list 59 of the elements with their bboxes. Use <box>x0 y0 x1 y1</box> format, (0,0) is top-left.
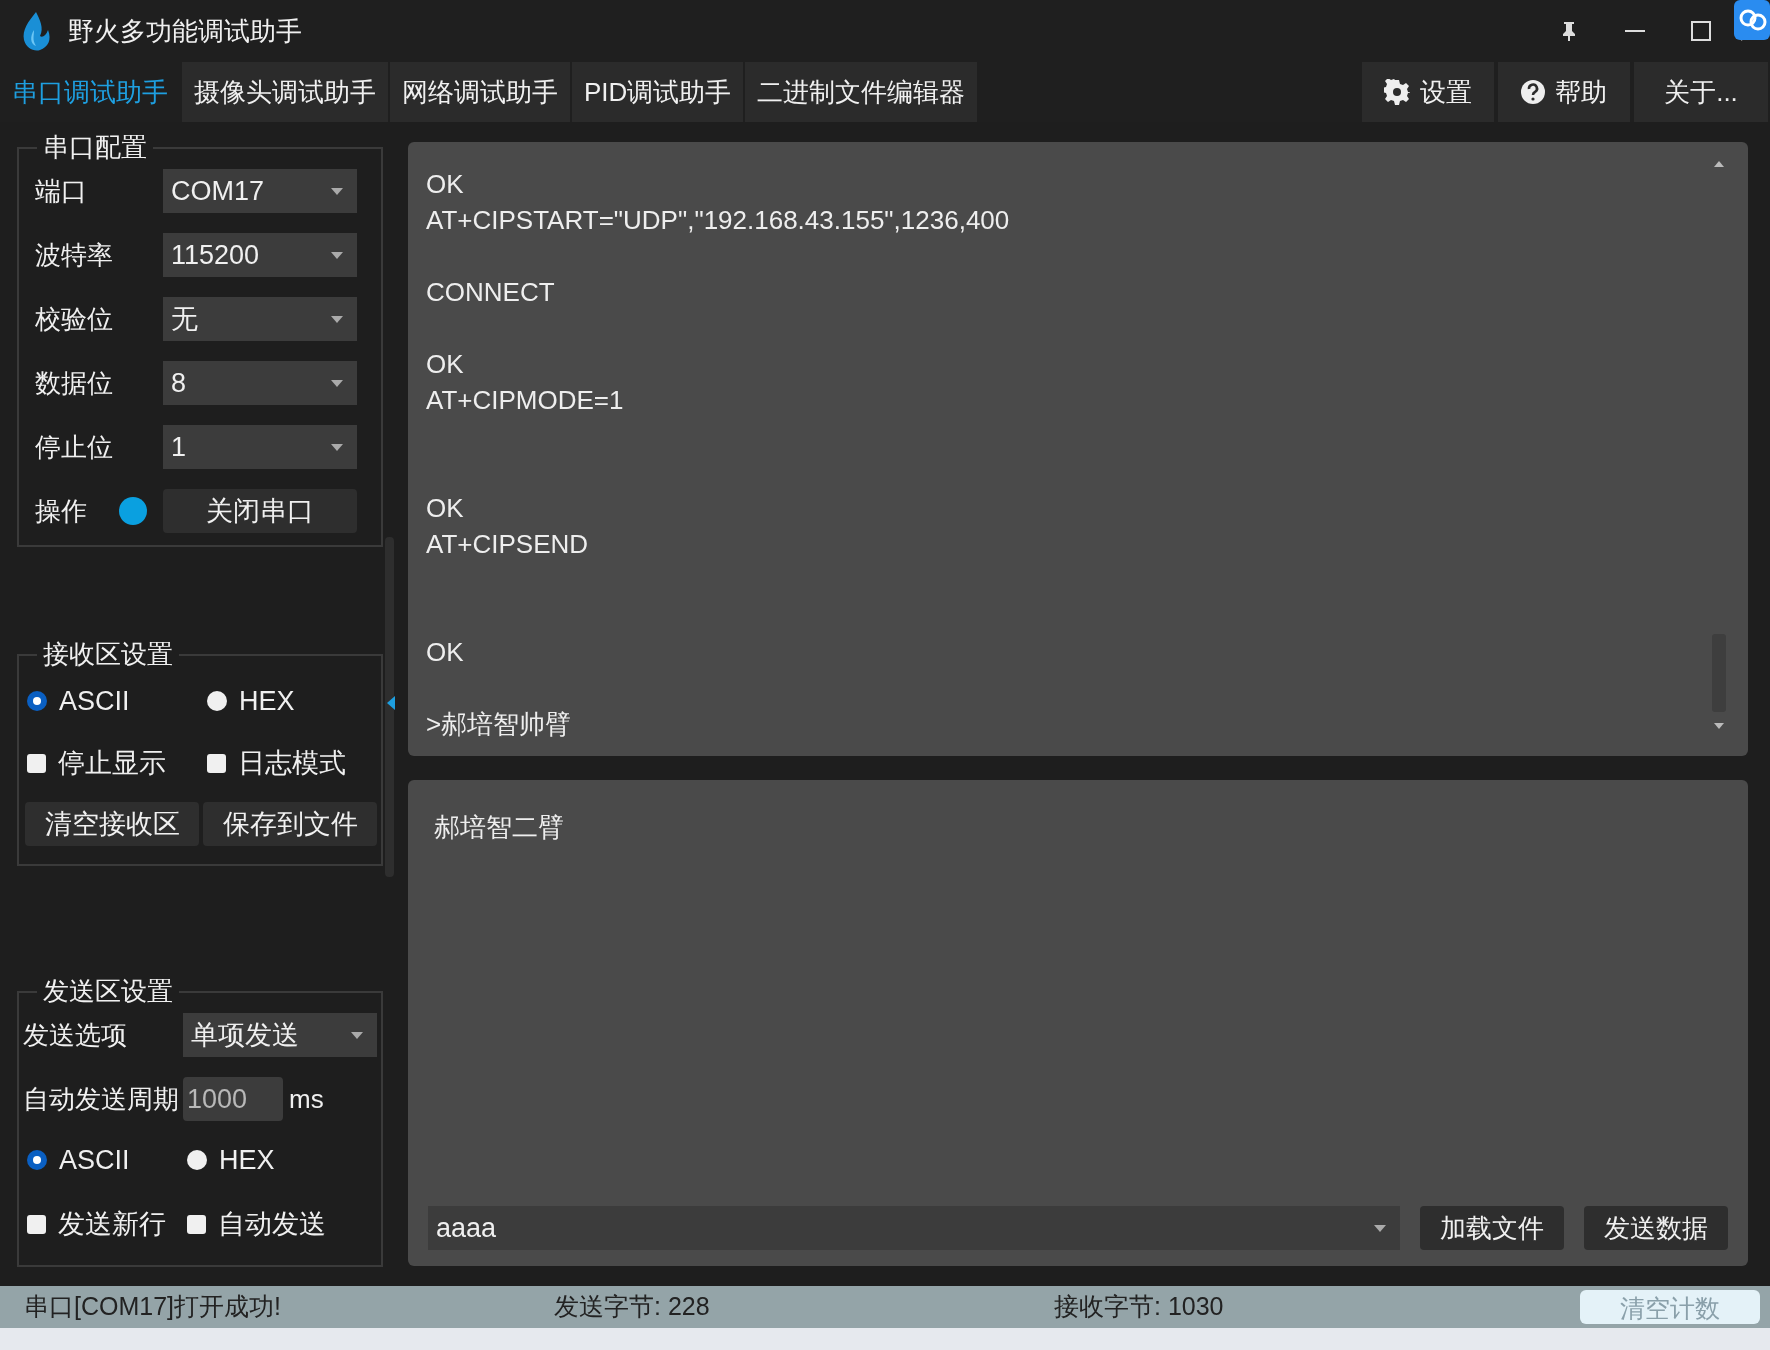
send-action-button[interactable]: 发送数据 <box>1584 1206 1728 1250</box>
unit-label: ms <box>289 1082 324 1116</box>
settings-button[interactable]: 设置 <box>1362 62 1494 122</box>
dropdown[interactable]: 115200 <box>163 233 357 277</box>
close-port-button[interactable]: 关闭串口 <box>163 489 357 533</box>
radio-button[interactable]: HEX <box>187 1139 377 1181</box>
dropdown[interactable]: 单项发送 <box>183 1013 377 1057</box>
tab[interactable]: 摄像头调试助手 <box>182 62 388 122</box>
dropdown[interactable]: 8 <box>163 361 357 405</box>
radio-button[interactable]: HEX <box>207 680 377 722</box>
period-input-field[interactable]: 1000 <box>183 1077 283 1121</box>
checkbox[interactable]: 停止显示 <box>27 742 207 784</box>
received-bytes-label: 接收字节: 1030 <box>1054 1291 1224 1323</box>
dropdown-arrow-icon <box>331 379 343 387</box>
group-title: 发送区设置 <box>42 975 174 1008</box>
radio-button[interactable]: ASCII <box>27 1139 187 1181</box>
dropdown-arrow-icon <box>331 187 343 195</box>
field-label: 自动发送周期 <box>23 1082 180 1116</box>
dropdown-arrow-icon <box>331 443 343 451</box>
dropdown-arrow-icon <box>331 251 343 259</box>
send-action-button[interactable]: 加载文件 <box>1420 1206 1564 1250</box>
status-message: 串口[COM17]打开成功! <box>24 1291 282 1323</box>
checkbox[interactable]: 发送新行 <box>27 1203 187 1245</box>
tab[interactable]: 二进制文件编辑器 <box>745 62 978 122</box>
sent-bytes-label: 发送字节: 228 <box>554 1291 711 1323</box>
dropdown[interactable]: 无 <box>163 297 357 341</box>
receive-action-button[interactable]: 保存到文件 <box>203 802 377 846</box>
dropdown-arrow-icon <box>331 315 343 323</box>
field-label: 停止位 <box>35 430 114 464</box>
group-title: 串口配置 <box>42 131 148 164</box>
group-title: 接收区设置 <box>42 638 174 671</box>
help-button[interactable]: 帮助 <box>1498 62 1630 122</box>
link-badge-icon <box>1734 0 1770 40</box>
help-icon <box>1521 80 1545 104</box>
checkbox[interactable]: 日志模式 <box>207 742 377 784</box>
field-label: 操作 <box>35 494 88 528</box>
receive-action-button[interactable]: 清空接收区 <box>25 802 199 846</box>
gear-icon <box>1384 79 1410 105</box>
field-label: 校验位 <box>35 302 114 336</box>
field-label: 波特率 <box>35 238 114 272</box>
about-button[interactable]: 关于... <box>1634 62 1768 122</box>
maximize-icon[interactable] <box>1691 21 1711 41</box>
field-label: 数据位 <box>35 366 114 400</box>
dropdown[interactable]: 1 <box>163 425 357 469</box>
send-text: 郝培智二臂 <box>433 811 564 844</box>
collapse-arrow-icon[interactable] <box>387 696 395 710</box>
tab[interactable]: 网络调试助手 <box>390 62 570 122</box>
receive-log: OK AT+CIPSTART="UDP","192.168.43.155",1236,400 CONNECT OK AT+CIPMODE=1 OK AT+CIPSEND OK >郝培智帅臂 <box>425 168 1010 741</box>
dropdown-arrow-icon <box>351 1031 363 1039</box>
checkbox[interactable]: 自动发送 <box>187 1203 377 1245</box>
field-label: 发送选项 <box>23 1018 128 1052</box>
send-history-dropdown[interactable]: aaaa <box>428 1206 1400 1250</box>
window-title: 野火多功能调试助手 <box>68 14 302 48</box>
field-label: 端口 <box>35 174 88 208</box>
scrollbar[interactable] <box>385 537 394 877</box>
radio-button[interactable]: ASCII <box>27 680 207 722</box>
dropdown[interactable]: COM17 <box>163 169 357 213</box>
tab[interactable]: PID调试助手 <box>572 62 744 122</box>
dropdown-arrow-icon <box>1374 1224 1386 1232</box>
